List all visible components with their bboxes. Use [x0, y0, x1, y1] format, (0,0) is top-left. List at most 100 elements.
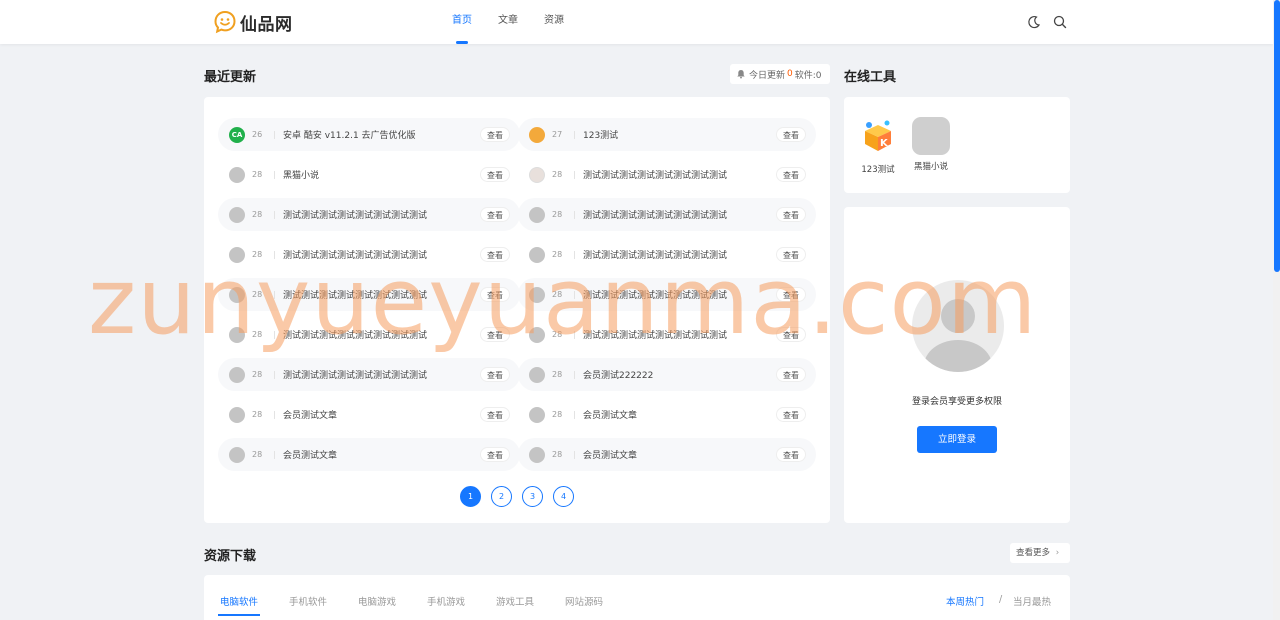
- item-title[interactable]: 会员测试222222: [583, 368, 773, 381]
- tool-item-123[interactable]: K 123测试: [853, 117, 903, 175]
- list-item[interactable]: 28 测试测试测试测试测试测试测试测试 查看: [518, 198, 816, 231]
- downloads-tabs: 电脑软件 手机软件 电脑游戏 手机游戏 游戏工具 网站源码 本周热门 / 当月最…: [204, 575, 1070, 620]
- item-title[interactable]: 黑猫小说: [283, 168, 473, 181]
- page-4-button[interactable]: 4: [553, 486, 574, 507]
- tab-website-source[interactable]: 网站源码: [565, 594, 603, 608]
- nav-articles[interactable]: 文章: [498, 0, 518, 44]
- view-button[interactable]: 查看: [776, 367, 806, 382]
- placeholder-avatar: [229, 366, 245, 383]
- divider: [274, 370, 275, 379]
- login-button[interactable]: 立即登录: [917, 426, 997, 453]
- moon-icon[interactable]: [1026, 14, 1042, 30]
- item-title[interactable]: 测试测试测试测试测试测试测试测试: [283, 288, 473, 301]
- chevron-right-icon: ›: [1055, 548, 1060, 558]
- list-item[interactable]: 28 测试测试测试测试测试测试测试测试 查看: [518, 318, 816, 351]
- placeholder-avatar: [529, 246, 545, 263]
- list-item[interactable]: 28 会员测试文章 查看: [518, 438, 816, 471]
- list-item[interactable]: 27 123测试 查看: [518, 118, 816, 151]
- divider: [274, 210, 275, 219]
- main-nav: 首页 文章 资源: [452, 0, 590, 44]
- tool-item-heimao[interactable]: 黑猫小说: [906, 117, 956, 172]
- hot-separator: /: [999, 594, 1003, 605]
- list-item[interactable]: CA 26 安卓 酷安 v11.2.1 去广告优化版 查看: [218, 118, 520, 151]
- view-button[interactable]: 查看: [776, 247, 806, 262]
- view-button[interactable]: 查看: [776, 127, 806, 142]
- page-1-button[interactable]: 1: [460, 486, 481, 507]
- nav-home[interactable]: 首页: [452, 0, 472, 44]
- online-tools-title: 在线工具: [844, 70, 897, 85]
- list-item[interactable]: 28 测试测试测试测试测试测试测试测试 查看: [218, 318, 520, 351]
- view-button[interactable]: 查看: [776, 167, 806, 182]
- divider: [274, 170, 275, 179]
- gray-placeholder-icon: [912, 117, 950, 155]
- list-item[interactable]: 28 会员测试222222 查看: [518, 358, 816, 391]
- view-count: 28: [252, 330, 263, 339]
- search-icon[interactable]: [1052, 14, 1068, 30]
- list-item[interactable]: 28 测试测试测试测试测试测试测试测试 查看: [218, 198, 520, 231]
- item-title[interactable]: 安卓 酷安 v11.2.1 去广告优化版: [283, 128, 473, 141]
- placeholder-avatar: [229, 206, 245, 223]
- site-logo[interactable]: 仙品网: [213, 10, 293, 35]
- item-title[interactable]: 测试测试测试测试测试测试测试测试: [283, 248, 473, 261]
- view-button[interactable]: 查看: [776, 447, 806, 462]
- item-title[interactable]: 会员测试文章: [583, 448, 773, 461]
- tab-game-tools[interactable]: 游戏工具: [496, 594, 534, 608]
- item-title[interactable]: 会员测试文章: [283, 408, 473, 421]
- online-tools-card: K 123测试 黑猫小说: [844, 97, 1070, 193]
- list-item[interactable]: 28 测试测试测试测试测试测试测试测试 查看: [218, 278, 520, 311]
- today-update-count: 0: [787, 69, 793, 79]
- list-item[interactable]: 28 测试测试测试测试测试测试测试测试 查看: [518, 238, 816, 271]
- item-title[interactable]: 测试测试测试测试测试测试测试测试: [283, 368, 473, 381]
- view-button[interactable]: 查看: [480, 367, 510, 382]
- placeholder-avatar: [229, 166, 245, 183]
- list-item[interactable]: 28 测试测试测试测试测试测试测试测试 查看: [218, 358, 520, 391]
- placeholder-avatar: [529, 406, 545, 423]
- nav-resources[interactable]: 资源: [544, 0, 564, 44]
- view-more-button[interactable]: 查看更多 ›: [1010, 543, 1070, 563]
- view-button[interactable]: 查看: [480, 127, 510, 142]
- item-title[interactable]: 会员测试文章: [283, 448, 473, 461]
- item-title[interactable]: 测试测试测试测试测试测试测试测试: [583, 208, 773, 221]
- view-button[interactable]: 查看: [480, 247, 510, 262]
- item-title[interactable]: 测试测试测试测试测试测试测试测试: [583, 328, 773, 341]
- list-item[interactable]: 28 会员测试文章 查看: [218, 398, 520, 431]
- view-button[interactable]: 查看: [776, 407, 806, 422]
- divider: [574, 370, 575, 379]
- list-item[interactable]: 28 黑猫小说 查看: [218, 158, 520, 191]
- view-button[interactable]: 查看: [480, 207, 510, 222]
- item-title[interactable]: 测试测试测试测试测试测试测试测试: [583, 288, 773, 301]
- list-item[interactable]: 28 测试测试测试测试测试测试测试测试 查看: [518, 278, 816, 311]
- list-item[interactable]: 28 测试测试测试测试测试测试测试测试 查看: [218, 238, 520, 271]
- view-button[interactable]: 查看: [480, 447, 510, 462]
- tab-pc-games[interactable]: 电脑游戏: [358, 594, 396, 608]
- list-item[interactable]: 28 会员测试文章 查看: [518, 398, 816, 431]
- view-button[interactable]: 查看: [480, 407, 510, 422]
- item-title[interactable]: 会员测试文章: [583, 408, 773, 421]
- divider: [574, 450, 575, 459]
- item-title[interactable]: 测试测试测试测试测试测试测试测试: [283, 208, 473, 221]
- page-2-button[interactable]: 2: [491, 486, 512, 507]
- bell-icon: [737, 70, 745, 79]
- scrollbar-thumb[interactable]: [1274, 0, 1280, 272]
- tab-pc-software[interactable]: 电脑软件: [217, 594, 261, 616]
- list-item[interactable]: 28 会员测试文章 查看: [218, 438, 520, 471]
- tool-label: 黑猫小说: [913, 162, 948, 172]
- view-button[interactable]: 查看: [776, 327, 806, 342]
- list-item[interactable]: 28 测试测试测试测试测试测试测试测试 查看: [518, 158, 816, 191]
- item-title[interactable]: 测试测试测试测试测试测试测试测试: [283, 328, 473, 341]
- tab-mobile-software[interactable]: 手机软件: [289, 594, 327, 608]
- tab-mobile-games[interactable]: 手机游戏: [427, 594, 465, 608]
- item-title[interactable]: 123测试: [583, 128, 773, 141]
- placeholder-avatar: [529, 446, 545, 463]
- view-button[interactable]: 查看: [480, 287, 510, 302]
- item-title[interactable]: 测试测试测试测试测试测试测试测试: [583, 168, 773, 181]
- item-title[interactable]: 测试测试测试测试测试测试测试测试: [583, 248, 773, 261]
- view-button[interactable]: 查看: [776, 207, 806, 222]
- view-button[interactable]: 查看: [776, 287, 806, 302]
- hot-weekly[interactable]: 本周热门: [946, 594, 984, 608]
- page-3-button[interactable]: 3: [522, 486, 543, 507]
- view-button[interactable]: 查看: [480, 327, 510, 342]
- hot-monthly[interactable]: 当月最热: [1013, 594, 1051, 608]
- view-button[interactable]: 查看: [480, 167, 510, 182]
- placeholder-avatar: [229, 286, 245, 303]
